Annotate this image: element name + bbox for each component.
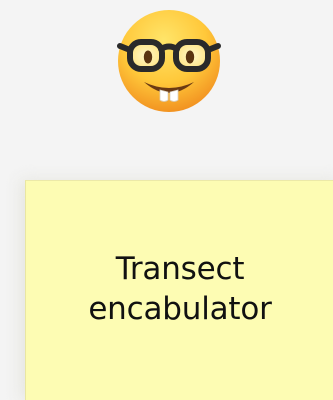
sticky-note-line-1: Transect <box>115 251 245 287</box>
canvas: { "emoji": { "icon": "nerd-face-icon", "… <box>0 0 333 400</box>
sticky-note-text: Transect encabulator <box>26 249 333 329</box>
sticky-note[interactable]: Transect encabulator <box>25 180 333 400</box>
nerd-face-icon <box>116 8 222 114</box>
sticky-note-line-2: encabulator <box>88 291 272 327</box>
